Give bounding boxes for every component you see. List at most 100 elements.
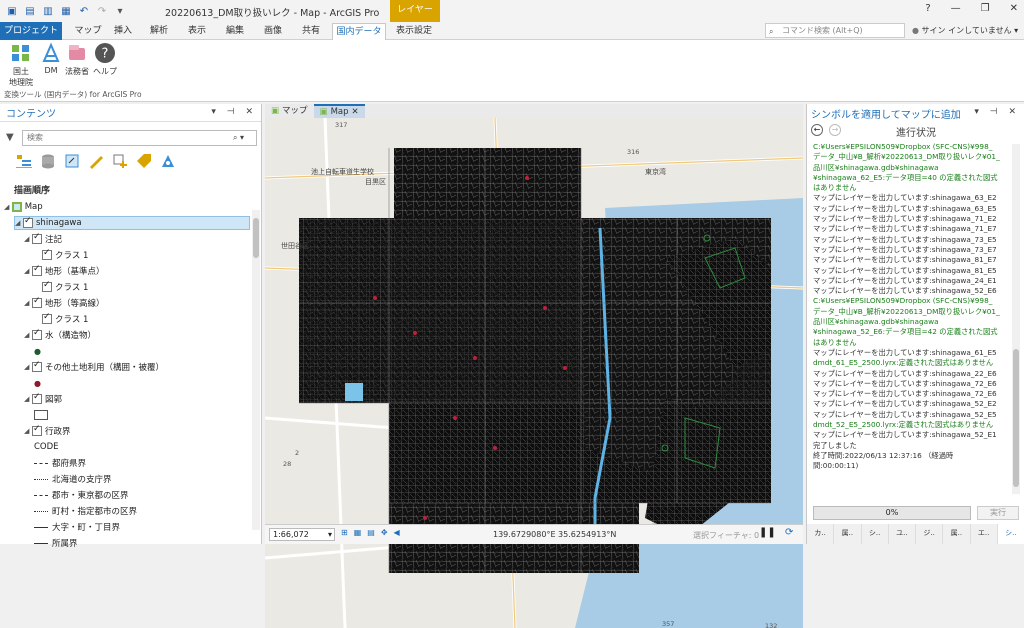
contents-scrollbar[interactable] (252, 210, 260, 530)
tree-class1[interactable]: クラス 1 (34, 280, 88, 294)
zoom-extent-icon[interactable]: ⊞ (341, 528, 348, 537)
bottom-tab[interactable]: ユ.. (889, 524, 916, 544)
pane-controls[interactable]: ▾ ⊣ ✕ (211, 107, 257, 117)
minimize-icon[interactable]: — (951, 3, 961, 14)
nav-tools: ⊞ ▦ ▤ ✥ ◀ (341, 528, 400, 537)
log-scrollbar[interactable] (1012, 144, 1020, 494)
redo-icon[interactable]: ↷ (96, 5, 108, 17)
table-icon[interactable]: ▤ (367, 528, 375, 537)
help-button[interactable]: ? ヘルプ (90, 42, 120, 77)
save-icon[interactable]: ▥ (42, 5, 54, 17)
log-line: マップにレイヤーを出力しています:shinagawa_61_E5 (813, 347, 997, 357)
undo-icon[interactable]: ↶ (78, 5, 90, 17)
help-icon[interactable]: ? (925, 3, 930, 14)
svg-text:?: ? (102, 47, 109, 62)
pane-controls[interactable]: ▾ ⊣ ✕ (974, 107, 1020, 117)
tab-map-view[interactable]: ▣ マップ (265, 104, 314, 118)
layer-checkbox[interactable] (42, 280, 52, 292)
command-search-input[interactable]: ⌕ コマンド検索 (Alt+Q) (765, 23, 905, 38)
layer-checkbox[interactable] (32, 232, 42, 244)
tree-admin-boundary[interactable]: ◢行政界 (24, 424, 71, 438)
editing-icon[interactable] (88, 153, 104, 169)
context-tab-layer[interactable]: レイヤー (390, 0, 440, 22)
forward-icon[interactable]: → (829, 124, 841, 136)
tree-terrain-contours[interactable]: ◢地形（等高線） (24, 296, 105, 310)
bottom-tab[interactable]: シ.. (997, 524, 1024, 544)
tab-insert[interactable]: 挿入 (110, 23, 136, 40)
svg-text:317: 317 (335, 121, 347, 129)
layer-checkbox[interactable] (23, 216, 33, 228)
tree-shinagawa[interactable]: ◢shinagawa (14, 216, 250, 230)
tab-map[interactable]: マップ (70, 23, 106, 40)
customize-icon[interactable]: ▾ (114, 5, 126, 17)
tree-annotation[interactable]: ◢注記 (24, 232, 62, 246)
layer-checkbox[interactable] (32, 264, 42, 276)
layer-checkbox[interactable] (32, 392, 42, 404)
tab-view[interactable]: 表示 (184, 23, 210, 40)
scroll-thumb[interactable] (1013, 349, 1019, 487)
bottom-tab[interactable]: 属.. (834, 524, 862, 544)
tab-edit[interactable]: 編集 (222, 23, 248, 40)
bottom-tab[interactable]: 属.. (943, 524, 971, 544)
layer-checkbox[interactable] (32, 360, 42, 372)
scale-selector[interactable]: 1:66,072 ▾ (269, 528, 335, 541)
tree-map-frame[interactable]: ◢図郭 (24, 392, 62, 406)
data-source-icon[interactable] (40, 153, 56, 169)
close-icon[interactable]: ✕ (1010, 3, 1018, 14)
tree-water-structures[interactable]: ◢水（構造物） (24, 328, 96, 342)
tab-share[interactable]: 共有 (298, 23, 324, 40)
sound-icon[interactable]: ◀ (394, 528, 400, 537)
open-folder-icon[interactable]: ▦ (60, 5, 72, 17)
layer-checkbox[interactable] (42, 312, 52, 324)
grid-icon[interactable]: ▦ (354, 528, 362, 537)
pause-icon[interactable]: ❚❚ (759, 527, 776, 538)
restore-icon[interactable]: ❐ (981, 3, 990, 14)
back-icon[interactable]: ← (811, 124, 823, 136)
gsi-button[interactable]: 国土 地理院 (6, 42, 36, 88)
pan-icon[interactable]: ✥ (381, 528, 388, 537)
refresh-icon[interactable]: ⟳ (785, 527, 793, 538)
tree-class1[interactable]: クラス 1 (34, 312, 88, 326)
tab-domestic-data[interactable]: 国内データ (332, 23, 386, 40)
bottom-tab[interactable]: シ.. (862, 524, 889, 544)
contents-search-input[interactable]: 検索 ⌕ ▾ (22, 130, 257, 146)
tab-analysis[interactable]: 解析 (146, 23, 172, 40)
ribbon: 国土 地理院 DM 法務省 ? ヘルプ 変換ツール (国内データ) for Ar… (0, 40, 1024, 102)
bottom-tab[interactable]: カ.. (807, 524, 835, 544)
bottom-tab[interactable]: ジ.. (916, 524, 944, 544)
perspective-icon[interactable] (160, 153, 176, 169)
layer-checkbox[interactable] (32, 424, 42, 436)
signin-status[interactable]: ● サイン インしていません ▾ (912, 25, 1018, 36)
new-project-icon[interactable]: ▣ (6, 5, 18, 17)
moj-button[interactable]: 法務省 (62, 42, 92, 77)
tree-label: 行政界 (45, 427, 71, 437)
labeling-icon[interactable] (136, 153, 152, 169)
tree-other-landuse[interactable]: ◢その他土地利用（構囲・被覆） (24, 360, 164, 374)
log-line: マップにレイヤーを出力しています:shinagawa_24_E1 (813, 275, 997, 285)
snapping-icon[interactable] (112, 153, 128, 169)
svg-text:316: 316 (627, 148, 639, 156)
filter-icon[interactable]: ▼ (6, 132, 14, 143)
run-button[interactable]: 実行 (977, 506, 1019, 520)
scroll-thumb[interactable] (253, 218, 259, 258)
tab-project[interactable]: プロジェクト (0, 22, 62, 40)
map-canvas[interactable]: 317 316 2 28 357 132 池上自転車道生学校 目黒区 世田谷区 … (265, 118, 803, 628)
tab-map-view-active[interactable]: ▣ Map ✕ (313, 104, 365, 119)
layer-checkbox[interactable] (32, 296, 42, 308)
open-project-icon[interactable]: ▤ (24, 5, 36, 17)
tree-label: 北海道の支庁界 (52, 475, 112, 485)
close-tab-icon[interactable]: ✕ (352, 105, 359, 119)
tab-appearance[interactable]: 表示設定 (392, 23, 436, 40)
tab-imagery[interactable]: 画像 (260, 23, 286, 40)
bottom-tab[interactable]: エ.. (971, 524, 998, 544)
layer-checkbox[interactable] (42, 248, 52, 260)
drawing-order-icon[interactable] (16, 153, 32, 169)
map-view: ▣ マップ ▣ Map ✕ 317 316 2 28 357 132 池上自転車… (265, 104, 803, 628)
tree-map[interactable]: ◢ Map (4, 200, 43, 214)
tree-class1[interactable]: クラス 1 (34, 248, 88, 262)
selection-icon[interactable] (64, 153, 80, 169)
layer-checkbox[interactable] (32, 328, 42, 340)
tree-terrain-points[interactable]: ◢地形（基準点） (24, 264, 105, 278)
log-line: ¥shinagawa_62_E5:データ項目=40 の定義された図式 (813, 172, 998, 182)
svg-text:28: 28 (283, 460, 291, 468)
